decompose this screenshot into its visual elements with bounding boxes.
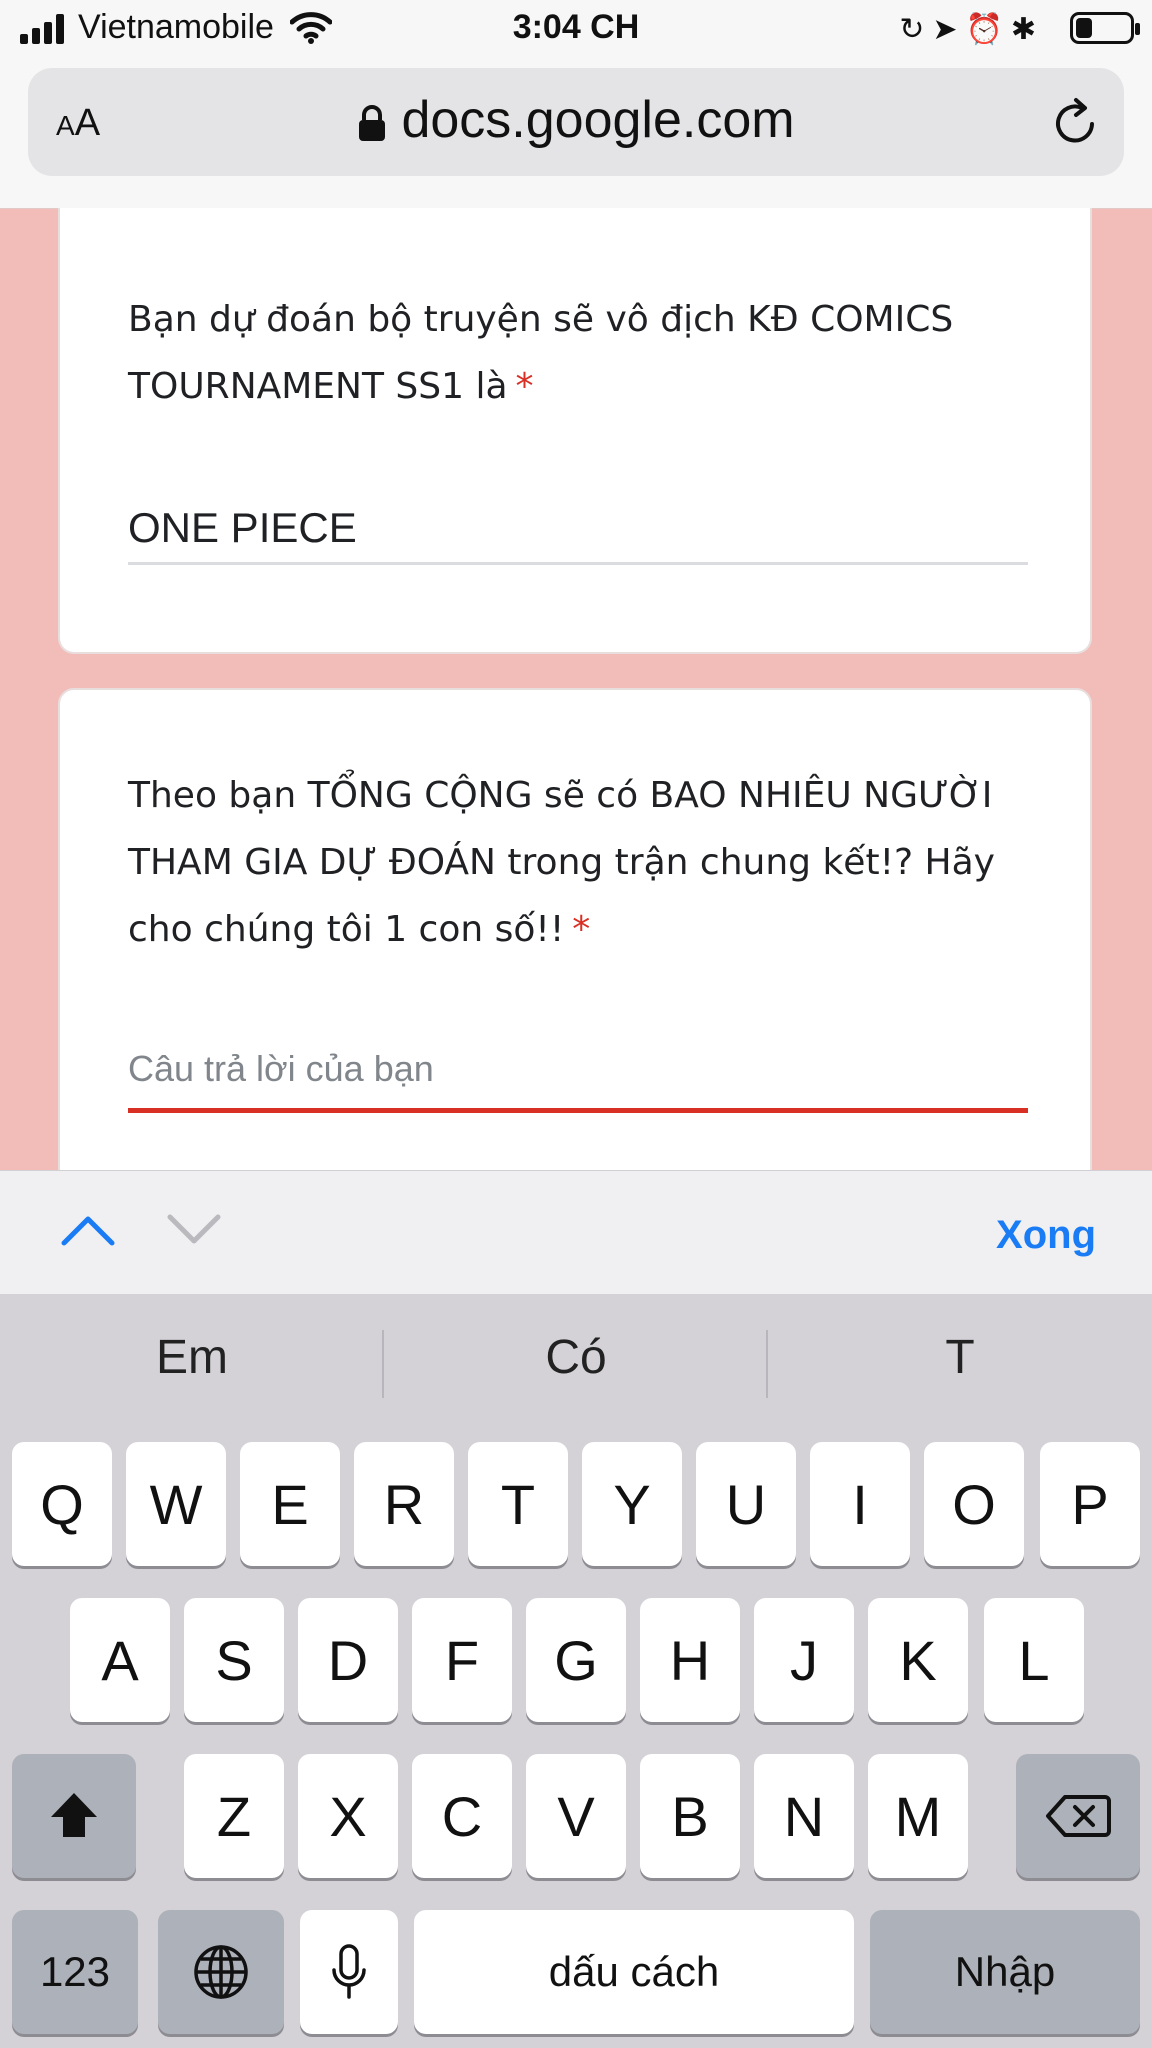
key-b[interactable]: B [640, 1754, 740, 1878]
suggestion-3[interactable]: T [768, 1330, 1152, 1385]
key-m[interactable]: M [868, 1754, 968, 1878]
key-l[interactable]: L [984, 1598, 1084, 1722]
key-z[interactable]: Z [184, 1754, 284, 1878]
rotation-lock-icon: ↻ [899, 13, 933, 46]
question-card: Theo bạn TỔNG CỘNG sẽ có BAO NHIÊU NGƯỜI… [58, 688, 1092, 1208]
key-h[interactable]: H [640, 1598, 740, 1722]
key-i[interactable]: I [810, 1442, 910, 1566]
key-w[interactable]: W [126, 1442, 226, 1566]
space-key[interactable]: dấu cách [414, 1910, 854, 2034]
suggestion-2[interactable]: Có [384, 1330, 768, 1385]
question-title: Theo bạn TỔNG CỘNG sẽ có BAO NHIÊU NGƯỜI… [128, 775, 995, 950]
key-q[interactable]: Q [12, 1442, 112, 1566]
status-icons: ↻➤⏰✱ [899, 12, 1044, 47]
key-e[interactable]: E [240, 1442, 340, 1566]
url-display[interactable]: docs.google.com [28, 90, 1124, 150]
globe-key[interactable] [158, 1910, 284, 2034]
bluetooth-icon: ✱ [1010, 13, 1044, 46]
key-d[interactable]: D [298, 1598, 398, 1722]
keyboard: Em Có T Q W E R T Y U I O P A S D F G H … [0, 1294, 1152, 2048]
battery-icon [1070, 12, 1140, 44]
key-v[interactable]: V [526, 1754, 626, 1878]
answer-input[interactable]: Câu trả lời của bạn [128, 1048, 1028, 1090]
battery-level [1076, 18, 1092, 38]
key-a[interactable]: A [70, 1598, 170, 1722]
answer-underline-active [128, 1108, 1028, 1113]
key-c[interactable]: C [412, 1754, 512, 1878]
location-icon: ➤ [932, 13, 966, 46]
key-s[interactable]: S [184, 1598, 284, 1722]
required-asterisk: * [515, 366, 534, 407]
key-n[interactable]: N [754, 1754, 854, 1878]
shift-key[interactable] [12, 1754, 136, 1878]
suggestion-bar: Em Có T [0, 1294, 1152, 1434]
done-button[interactable]: Xong [996, 1213, 1096, 1258]
chevron-up-icon[interactable] [60, 1213, 116, 1247]
key-g[interactable]: G [526, 1598, 626, 1722]
lock-icon [359, 105, 386, 142]
status-bar: Vietnamobile 3:04 CH ↻➤⏰✱ [0, 0, 1152, 58]
shift-icon [51, 1793, 97, 1837]
keyboard-accessory-bar: Xong [0, 1170, 1152, 1295]
microphone-icon [332, 1944, 366, 1999]
backspace-icon [1046, 1795, 1111, 1837]
numbers-key[interactable]: 123 [12, 1910, 138, 2034]
key-x[interactable]: X [298, 1754, 398, 1878]
question-title: Bạn dự đoán bộ truyện sẽ vô địch KĐ COMI… [128, 299, 954, 407]
key-p[interactable]: P [1040, 1442, 1140, 1566]
answer-underline [128, 562, 1028, 565]
globe-icon [194, 1945, 248, 1999]
key-j[interactable]: J [754, 1598, 854, 1722]
suggestion-1[interactable]: Em [0, 1330, 384, 1385]
backspace-key[interactable] [1016, 1754, 1140, 1878]
reload-icon[interactable] [1052, 96, 1100, 148]
required-asterisk: * [572, 909, 591, 950]
address-bar[interactable]: AA docs.google.com [28, 68, 1124, 176]
domain-text: docs.google.com [401, 91, 795, 149]
return-key[interactable]: Nhập [870, 1910, 1140, 2034]
browser-chrome: Vietnamobile 3:04 CH ↻➤⏰✱ AA docs.google… [0, 0, 1152, 209]
chevron-down-icon[interactable] [166, 1213, 222, 1247]
key-y[interactable]: Y [582, 1442, 682, 1566]
microphone-key[interactable] [300, 1910, 398, 2034]
key-u[interactable]: U [696, 1442, 796, 1566]
key-o[interactable]: O [924, 1442, 1024, 1566]
key-r[interactable]: R [354, 1442, 454, 1566]
answer-field[interactable]: ONE PIECE [128, 504, 1028, 552]
key-f[interactable]: F [412, 1598, 512, 1722]
key-k[interactable]: K [868, 1598, 968, 1722]
key-t[interactable]: T [468, 1442, 568, 1566]
alarm-icon: ⏰ [965, 13, 1011, 46]
question-card: Bạn dự đoán bộ truyện sẽ vô địch KĐ COMI… [58, 208, 1092, 654]
